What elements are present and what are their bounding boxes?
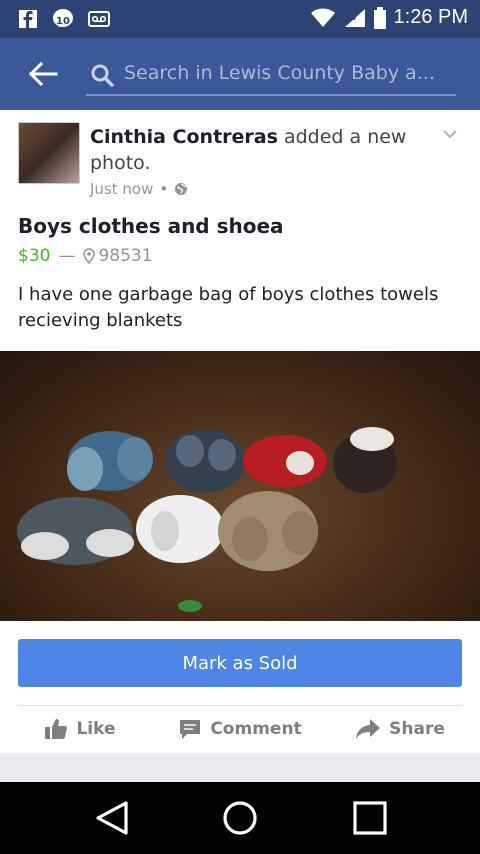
post-timestamp[interactable]: Just now xyxy=(90,180,153,198)
listing-price: $30 xyxy=(18,246,51,266)
location-pin-icon xyxy=(83,248,96,264)
signal-icon: 4 xyxy=(344,8,365,27)
status-bar: 10 4 1:26 PM xyxy=(0,0,480,38)
system-navigation-bar xyxy=(0,782,480,854)
app-bar: Search in Lewis County Baby a... xyxy=(0,38,480,110)
post-meta: Just now • xyxy=(90,180,188,198)
comment-button[interactable]: Comment xyxy=(160,706,320,752)
post-actions: Like Comment Share xyxy=(0,706,480,752)
chevron-down-icon[interactable] xyxy=(442,126,458,142)
marketplace-post-card: Cinthia Contreras added a new photo. Jus… xyxy=(0,110,480,753)
like-button[interactable]: Like xyxy=(0,706,160,752)
system-status: 4 1:26 PM xyxy=(310,6,468,29)
facebook-icon xyxy=(19,10,37,28)
like-label: Like xyxy=(76,719,116,739)
back-arrow-icon[interactable] xyxy=(28,60,58,88)
comment-bubble-icon xyxy=(180,720,201,739)
wifi-icon xyxy=(310,8,335,27)
author-name[interactable]: Cinthia Contreras xyxy=(90,126,278,148)
globe-icon xyxy=(175,183,188,195)
listing-location: 98531 xyxy=(83,246,153,266)
share-button[interactable]: Share xyxy=(320,706,480,752)
back-triangle-icon[interactable] xyxy=(92,800,132,836)
shoes-photo-illustration xyxy=(17,427,397,612)
svg-text:4: 4 xyxy=(350,13,356,23)
avatar[interactable] xyxy=(18,122,80,184)
share-arrow-icon xyxy=(356,719,381,739)
search-icon xyxy=(91,64,114,87)
home-circle-icon[interactable] xyxy=(220,800,260,836)
listing-zip: 98531 xyxy=(98,246,153,266)
svg-text:10: 10 xyxy=(56,16,70,27)
group-search-input[interactable]: Search in Lewis County Baby a... xyxy=(86,58,456,96)
voicemail-icon xyxy=(88,11,110,27)
share-label: Share xyxy=(389,719,445,739)
status-time: 1:26 PM xyxy=(393,6,468,28)
battery-icon xyxy=(373,6,386,29)
comment-label: Comment xyxy=(210,719,302,739)
notification-icons: 10 xyxy=(18,8,110,30)
listing-photo[interactable] xyxy=(0,351,480,621)
meta-dot: • xyxy=(159,180,169,198)
post-header: Cinthia Contreras added a new photo. xyxy=(90,124,420,176)
recents-square-icon[interactable] xyxy=(350,800,390,836)
price-separator: — xyxy=(58,246,76,266)
search-placeholder: Search in Lewis County Baby a... xyxy=(124,62,435,84)
like-thumb-icon xyxy=(45,719,68,739)
messenger-icon: 10 xyxy=(53,9,73,28)
mark-as-sold-button[interactable]: Mark as Sold xyxy=(18,639,462,687)
listing-price-line: $30 — 98531 xyxy=(18,246,153,266)
listing-title: Boys clothes and shoea xyxy=(18,214,284,238)
listing-description: I have one garbage bag of boys clothes t… xyxy=(18,284,439,331)
